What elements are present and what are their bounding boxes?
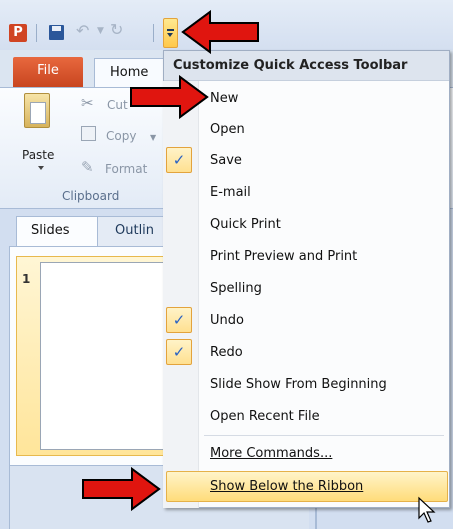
menu-item-open[interactable]: Open <box>199 115 449 145</box>
menu-item-save[interactable]: Save <box>199 146 449 176</box>
tab-file[interactable]: File <box>13 57 83 87</box>
clipboard-group-label: Clipboard <box>62 189 120 203</box>
menu-item-print-preview[interactable]: Print Preview and Print <box>199 242 449 272</box>
red-arrow-icon <box>181 10 259 54</box>
menu-item-spelling[interactable]: Spelling <box>199 274 449 304</box>
menu-item-redo[interactable]: Redo <box>199 338 449 368</box>
format-painter-icon[interactable]: ✎ <box>81 158 94 176</box>
menu-separator <box>204 435 444 436</box>
format-painter-button[interactable]: Format <box>105 162 147 176</box>
cut-button[interactable]: Cut <box>107 98 128 112</box>
menu-item-show-below-ribbon[interactable]: Show Below the Ribbon <box>199 472 449 502</box>
slide-number: 1 <box>22 272 31 286</box>
paste-icon[interactable] <box>24 93 50 128</box>
menu-item-open-recent[interactable]: Open Recent File <box>199 402 449 432</box>
toolbar-separator <box>36 24 37 42</box>
undo-dropdown-icon[interactable]: ▼ <box>97 26 104 36</box>
customize-quick-access-button[interactable] <box>163 18 178 48</box>
redo-icon[interactable]: ↻ <box>110 20 123 39</box>
copy-button[interactable]: Copy <box>106 129 136 143</box>
scissors-icon[interactable]: ✂ <box>81 94 94 112</box>
copy-dropdown-icon[interactable]: ▼ <box>150 133 156 142</box>
powerpoint-logo-icon[interactable]: P <box>9 24 27 42</box>
save-check-icon: ✓ <box>166 147 192 173</box>
red-arrow-icon <box>82 467 161 511</box>
undo-icon[interactable]: ↶ <box>76 21 89 40</box>
undo-check-icon: ✓ <box>166 307 192 333</box>
copy-icon[interactable] <box>81 126 96 141</box>
menu-item-new[interactable]: New <box>199 84 449 114</box>
menu-item-undo[interactable]: Undo <box>199 306 449 336</box>
menu-item-slide-show[interactable]: Slide Show From Beginning <box>199 370 449 400</box>
red-arrow-icon <box>130 75 209 119</box>
menu-item-quick-print[interactable]: Quick Print <box>199 210 449 240</box>
redo-check-icon: ✓ <box>166 339 192 365</box>
toolbar-separator <box>153 24 154 42</box>
tab-outline[interactable]: Outlin <box>98 216 168 246</box>
paste-dropdown-icon[interactable] <box>38 166 44 170</box>
tab-slides[interactable]: Slides <box>16 216 98 246</box>
save-icon[interactable] <box>49 25 64 40</box>
menu-item-email[interactable]: E-mail <box>199 178 449 208</box>
paste-button-label[interactable]: Paste <box>22 148 54 162</box>
menu-gutter <box>163 81 199 508</box>
mouse-cursor-icon <box>418 496 436 523</box>
menu-item-more-commands[interactable]: More Commands... <box>199 439 449 469</box>
